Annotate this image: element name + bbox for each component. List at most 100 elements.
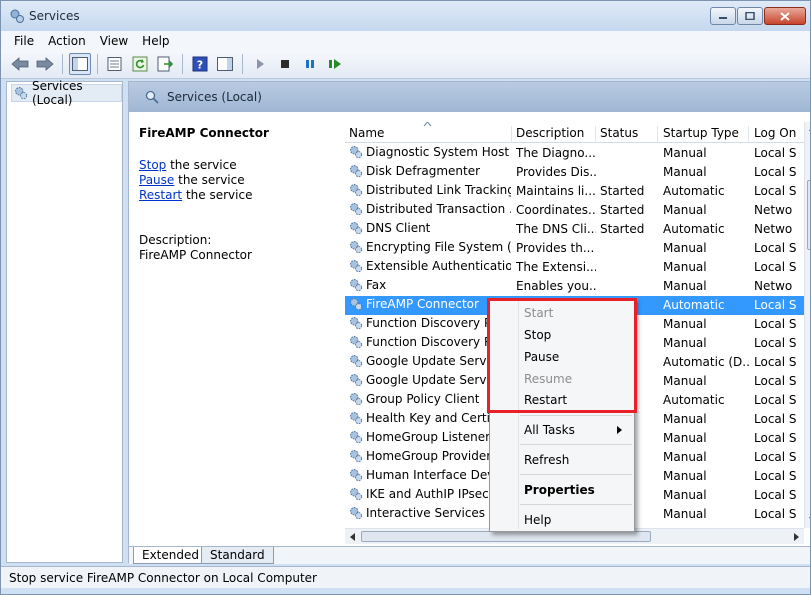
column-header-startup-type[interactable]: Startup Type (663, 126, 739, 143)
properties-toolbar-button[interactable] (104, 53, 126, 75)
refresh-toolbar-button[interactable] (129, 53, 151, 75)
menu-item-resume[interactable]: Resume (524, 369, 572, 389)
panel-body: FireAMP Connector Stop the service Pause… (129, 112, 810, 546)
show-hide-tree-button[interactable] (69, 53, 91, 75)
service-name-cell: Distributed Transaction ... (349, 202, 511, 216)
table-row[interactable]: DNS Client The DNS Cli... Started Automatic… (345, 220, 804, 239)
start-service-button[interactable] (249, 53, 271, 75)
menu-item-stop[interactable]: Stop (524, 325, 551, 345)
forward-arrow-icon (36, 57, 54, 71)
column-header-name[interactable]: Name (349, 126, 384, 143)
service-name-cell: Function Discovery Res (349, 335, 511, 349)
maximize-button[interactable] (737, 7, 763, 25)
service-startup-cell: Manual (663, 260, 707, 274)
service-gear-icon (350, 165, 363, 178)
column-headers: Name Description Status Startup Type Log… (345, 122, 804, 143)
service-description-cell: Provides th... (516, 241, 595, 255)
column-separator[interactable] (748, 126, 749, 143)
service-logon-cell: Local S (754, 355, 797, 369)
service-logon-cell: Netwo (754, 279, 793, 293)
service-startup-cell: Automatic (663, 184, 725, 198)
menu-item-restart[interactable]: Restart (524, 390, 567, 410)
service-name: Encrypting File System (E... (366, 240, 511, 254)
service-name-cell: Google Update Service (349, 373, 511, 387)
column-separator[interactable] (511, 126, 512, 143)
service-name: Group Policy Client (366, 392, 480, 406)
close-icon (780, 11, 790, 21)
menu-action[interactable]: Action (41, 34, 93, 48)
table-row[interactable]: Fax Enables you... Manual Netwo (345, 277, 804, 296)
column-header-status[interactable]: Status (600, 126, 638, 143)
minimize-button[interactable] (710, 7, 736, 25)
service-startup-cell: Manual (663, 241, 707, 255)
table-row[interactable]: Extensible Authenticatio... The Extensi..… (345, 258, 804, 277)
table-row[interactable]: Disk Defragmenter Provides Dis... Manual Lo… (345, 163, 804, 182)
pause-action-text: the service (174, 173, 245, 187)
menu-file[interactable]: File (7, 34, 41, 48)
help-toolbar-button[interactable]: ? (189, 53, 211, 75)
horizontal-scroll-thumb[interactable] (361, 531, 651, 542)
menu-item-pause[interactable]: Pause (524, 347, 559, 367)
toolbar-separator (62, 54, 63, 74)
services-window: Services File Action View Help ? Service… (0, 0, 811, 595)
restart-action-text: the service (182, 188, 253, 202)
scroll-left-arrow-icon (350, 533, 355, 541)
service-startup-cell: Manual (663, 488, 707, 502)
service-gear-icon (350, 184, 363, 197)
service-gear-icon (350, 469, 363, 482)
menu-item-properties[interactable]: Properties (524, 480, 595, 500)
close-button[interactable] (764, 7, 806, 25)
stop-action-text: the service (166, 158, 237, 172)
action-pane-button[interactable] (214, 53, 236, 75)
column-header-description[interactable]: Description (516, 126, 584, 143)
table-row[interactable]: Distributed Transaction ... Coordinates..… (345, 201, 804, 220)
service-gear-icon (350, 412, 363, 425)
menu-help[interactable]: Help (135, 34, 176, 48)
tab-extended[interactable]: Extended (133, 547, 208, 564)
toolbar-separator (182, 54, 183, 74)
export-list-button[interactable] (154, 53, 176, 75)
stop-service-link[interactable]: Stop (139, 158, 166, 172)
context-menu-separator (520, 504, 632, 505)
restart-service-link[interactable]: Restart (139, 188, 182, 202)
service-startup-cell: Manual (663, 203, 707, 217)
pause-service-button[interactable] (299, 53, 321, 75)
menu-item-all-tasks[interactable]: All Tasks (524, 420, 632, 440)
properties-icon (107, 57, 122, 71)
stop-service-button[interactable] (274, 53, 296, 75)
table-row[interactable]: Encrypting File System (E... Provides th.… (345, 239, 804, 258)
status-text: Stop service FireAMP Connector on Local … (9, 570, 317, 585)
vertical-scrollbar[interactable] (804, 122, 810, 528)
service-logon-cell: Local S (754, 146, 797, 160)
context-menu-gutter (518, 301, 519, 529)
service-startup-cell: Manual (663, 336, 707, 350)
scroll-right-arrow-icon (794, 533, 799, 541)
service-name: Disk Defragmenter (366, 164, 481, 178)
menu-item-refresh[interactable]: Refresh (524, 450, 569, 470)
stop-action-line: Stop the service (139, 158, 339, 173)
back-button[interactable] (9, 53, 31, 75)
menu-view[interactable]: View (93, 34, 135, 48)
service-name: Google Update Service (366, 354, 504, 368)
service-gear-icon (350, 336, 363, 349)
service-logon-cell: Local S (754, 507, 797, 521)
service-gear-icon (350, 450, 363, 463)
menu-item-start[interactable]: Start (524, 303, 553, 323)
tree-item-services-local[interactable]: Services (Local) (11, 79, 122, 107)
service-name: Extensible Authenticatio... (366, 259, 511, 273)
table-row[interactable]: Distributed Link Tracking... Maintains li… (345, 182, 804, 201)
tab-standard[interactable]: Standard (201, 547, 274, 564)
column-separator[interactable] (595, 126, 596, 143)
pause-service-link[interactable]: Pause (139, 173, 174, 187)
restart-service-button[interactable] (324, 53, 346, 75)
column-header-log-on[interactable]: Log On (754, 126, 796, 143)
service-gear-icon (350, 317, 363, 330)
console-tree: Services (Local) (6, 79, 123, 563)
vertical-scroll-thumb[interactable] (807, 180, 810, 250)
column-separator[interactable] (657, 126, 658, 143)
table-row[interactable]: Diagnostic System Host The Diagno... Manua… (345, 144, 804, 163)
maximize-icon (745, 12, 755, 20)
menu-item-help[interactable]: Help (524, 510, 551, 530)
forward-button[interactable] (34, 53, 56, 75)
submenu-arrow-icon (617, 426, 622, 434)
